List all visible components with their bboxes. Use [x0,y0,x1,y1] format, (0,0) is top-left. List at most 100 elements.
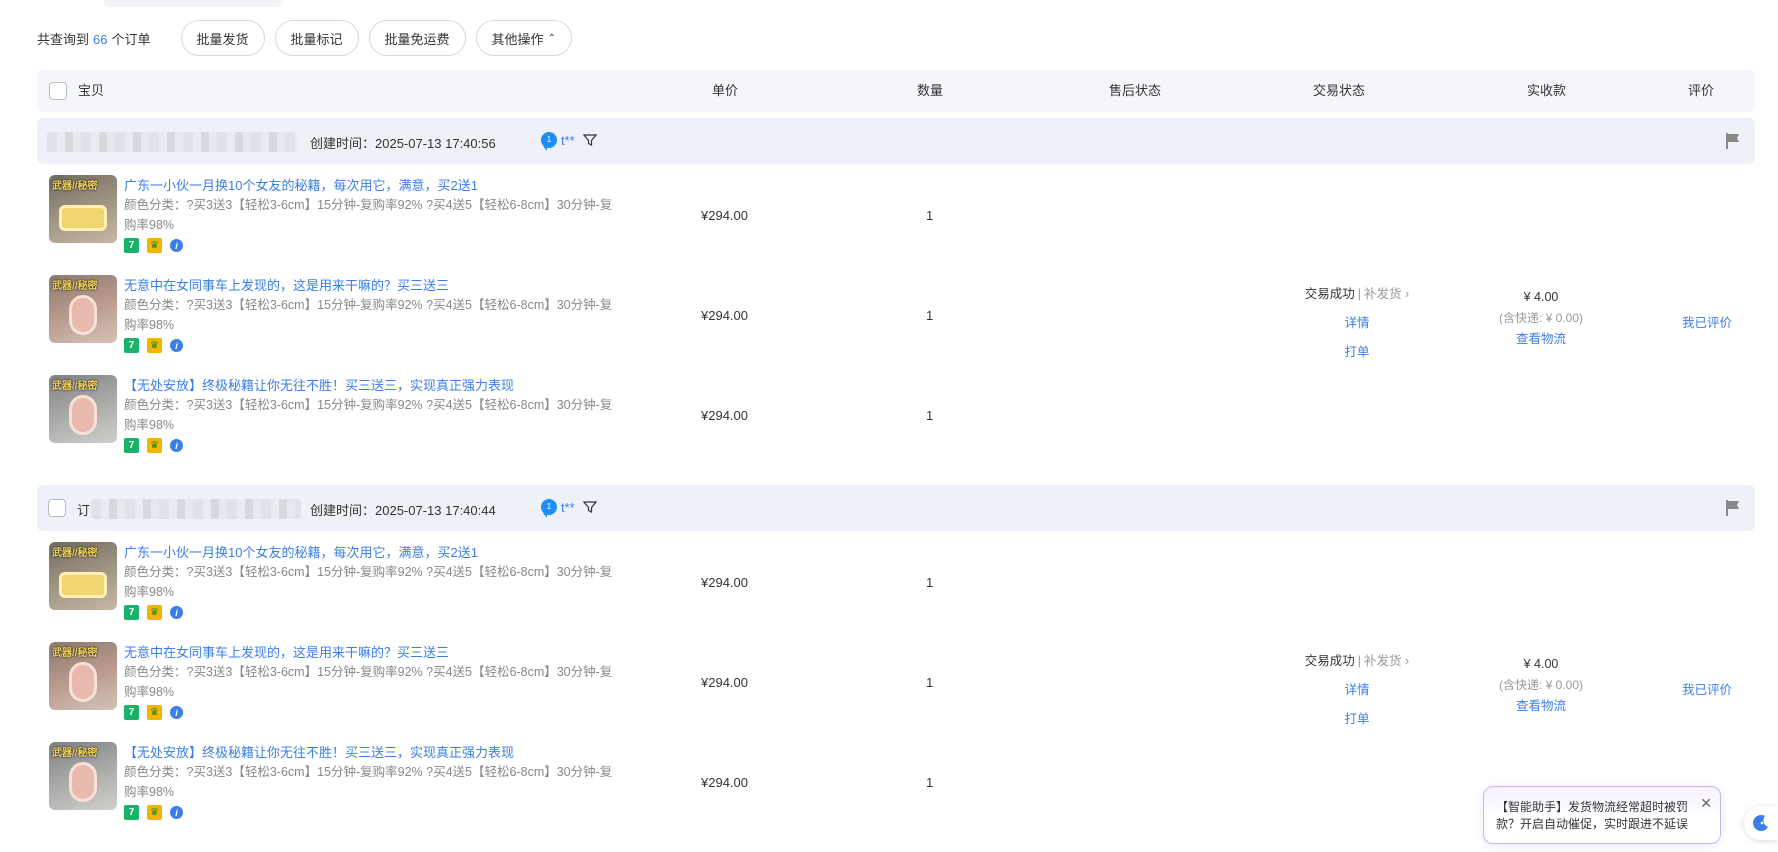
seven-day-return-icon: 7 [124,705,139,720]
order-count: 66 [93,31,108,47]
thumb-product-shape [69,395,97,435]
view-logistics-link[interactable]: 查看物流 [1461,328,1621,347]
product-badges: 7 ♛ i [124,805,191,820]
unit-price: ¥294.00 [701,775,748,790]
order-detail-link[interactable]: 详情 [1287,312,1427,331]
header-quantity: 数量 [917,83,944,98]
quantity: 1 [926,675,934,690]
top-tab-indicator [103,0,283,7]
product-thumbnail[interactable]: 武器//秘密 [49,275,117,343]
chevron-right-icon: › [1401,654,1410,668]
batch-ship-button[interactable]: 批量发货 [180,20,265,56]
product-thumbnail[interactable]: 武器//秘密 [49,642,117,710]
info-icon[interactable]: i [170,806,183,819]
filter-icon[interactable] [582,133,597,147]
unit-price: ¥294.00 [701,408,748,423]
thumb-product-shape [69,295,97,335]
order-item: 武器//秘密 广东一小伙一月换10个女友的秘籍，每次用它，满意，买2送1 颜色分… [37,171,1755,261]
quantity: 1 [926,408,934,423]
shipping-fee: (含快递: ¥ 0.00) [1498,678,1584,692]
review-link[interactable]: 我已评价 [1677,679,1737,698]
info-icon[interactable]: i [170,439,183,452]
batch-mark-button[interactable]: 批量标记 [274,20,359,56]
filter-icon[interactable] [582,500,597,514]
buyer-name[interactable]: t** [561,500,575,515]
other-actions-button[interactable]: 其他操作 ⌃ [475,20,572,56]
guarantee-icon: ♛ [147,238,162,253]
order-item: 武器//秘密 【无处安放】终极秘籍让你无往不胜！买三送三，实现真正强力表现 颜色… [37,371,1755,461]
order-header: 订 创建时间：2025-07-13 17:40:44 1 t** [37,485,1755,531]
trade-status: 交易成功 [1304,654,1355,668]
product-title-link[interactable]: 无意中在女同事车上发现的，这是用来干嘛的？买三送三 [124,275,449,294]
flag-icon[interactable] [1725,499,1741,517]
review-cell: 我已评价 [1677,312,1737,331]
order-header: 创建时间：2025-07-13 17:40:56 1 t** [37,118,1755,164]
chat-icon[interactable]: 1 [541,132,557,151]
seven-day-return-icon: 7 [124,805,139,820]
close-icon[interactable]: ✕ [1700,795,1712,812]
guarantee-icon: ♛ [147,705,162,720]
batch-ship-label: 批量发货 [196,31,249,47]
assistant-launcher[interactable] [1744,806,1778,840]
quantity: 1 [926,575,934,590]
batch-free-shipping-label: 批量免运费 [384,31,450,47]
unit-price: ¥294.00 [701,308,748,323]
batch-mark-label: 批量标记 [290,31,343,47]
header-unit-price: 单价 [712,83,739,98]
reship-link[interactable]: 补发货 [1364,287,1402,301]
review-link[interactable]: 我已评价 [1677,312,1737,331]
order-detail-link[interactable]: 详情 [1287,679,1427,698]
header-paid: 实收款 [1527,83,1567,98]
product-spec: 颜色分类：?买3送3【轻松3-6cm】15分钟-复购率92% ?买4送5【轻松6… [124,565,613,599]
quantity: 1 [926,308,934,323]
paid-amount: ¥ 4.00 [1523,290,1559,304]
thumb-product-shape [69,762,97,802]
unit-price: ¥294.00 [701,575,748,590]
thumb-label: 武器//秘密 [52,381,98,392]
product-spec: 颜色分类：?买3送3【轻松3-6cm】15分钟-复购率92% ?买4送5【轻松6… [124,298,613,332]
flag-icon[interactable] [1725,132,1741,150]
product-thumbnail[interactable]: 武器//秘密 [49,542,117,610]
smart-assistant-popup[interactable]: 【智能助手】发货物流经常超时被罚款？开启自动催促，实时跟进不延误 ✕ [1483,786,1721,844]
count-prefix: 共查询到 [37,31,90,47]
product-badges: 7 ♛ i [124,605,191,620]
trade-status-line: 交易成功 | 补发货 › [1304,654,1410,668]
buyer-info[interactable]: 1 t** [541,499,597,518]
order-number-prefix: 订 [77,503,91,518]
product-title-link[interactable]: 【无处安放】终极秘籍让你无往不胜！买三送三，实现真正强力表现 [124,742,514,761]
count-suffix: 个订单 [111,31,151,47]
product-thumbnail[interactable]: 武器//秘密 [49,175,117,243]
buyer-name[interactable]: t** [561,133,575,148]
thumb-label: 武器//秘密 [52,648,98,659]
product-thumbnail[interactable]: 武器//秘密 [49,375,117,443]
trade-status-cell: 交易成功 | 补发货 › 详情 打单 [1287,650,1427,727]
thumb-product-shape [59,572,107,598]
header-item: 宝贝 [78,83,105,98]
info-icon[interactable]: i [170,339,183,352]
thumb-label: 武器//秘密 [52,181,98,192]
select-all-checkbox[interactable] [49,82,67,100]
batch-free-shipping-button[interactable]: 批量免运费 [368,20,466,56]
reship-link[interactable]: 补发货 [1364,654,1402,668]
trade-status-cell: 交易成功 | 补发货 › 详情 打单 [1287,283,1427,360]
product-title-link[interactable]: 【无处安放】终极秘籍让你无往不胜！买三送三，实现真正强力表现 [124,375,514,394]
thumb-product-shape [69,662,97,702]
chat-icon[interactable]: 1 [541,499,557,518]
product-title-link[interactable]: 广东一小伙一月换10个女友的秘籍，每次用它，满意，买2送1 [124,542,478,561]
product-title-link[interactable]: 广东一小伙一月换10个女友的秘籍，每次用它，满意，买2送1 [124,175,478,194]
product-thumbnail[interactable]: 武器//秘密 [49,742,117,810]
header-after-sale: 售后状态 [1109,83,1162,98]
info-icon[interactable]: i [170,706,183,719]
other-actions-label: 其他操作 [491,31,544,47]
unit-price: ¥294.00 [701,675,748,690]
info-icon[interactable]: i [170,606,183,619]
print-order-link[interactable]: 打单 [1287,708,1427,727]
product-title-link[interactable]: 无意中在女同事车上发现的，这是用来干嘛的？买三送三 [124,642,449,661]
buyer-info[interactable]: 1 t** [541,132,597,151]
print-order-link[interactable]: 打单 [1287,341,1427,360]
order-select-checkbox[interactable] [48,499,66,517]
view-logistics-link[interactable]: 查看物流 [1461,695,1621,714]
info-icon[interactable]: i [170,239,183,252]
moon-icon [1753,814,1768,831]
assistant-message[interactable]: 【智能助手】发货物流经常超时被罚款？开启自动催促，实时跟进不延误 [1496,799,1696,833]
